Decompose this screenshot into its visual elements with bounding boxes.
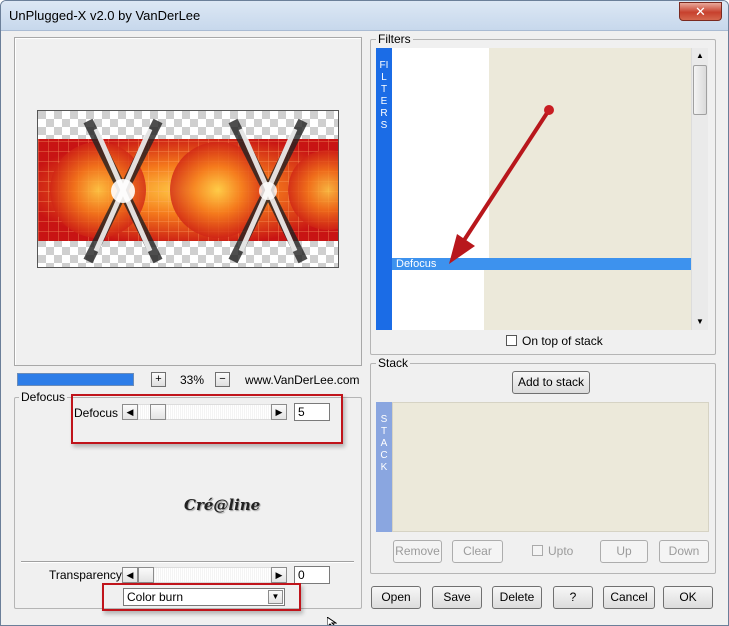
scroll-thumb[interactable] xyxy=(693,65,707,115)
chevron-down-icon: ▼ xyxy=(696,317,704,326)
close-button[interactable]: ✕ xyxy=(679,2,722,21)
title-bar[interactable]: UnPlugged-X v2.0 by VanDerLee ✕ xyxy=(1,1,728,31)
filters-side-label: FILTERS xyxy=(379,60,389,131)
plus-icon: + xyxy=(155,373,162,385)
plugin-window: UnPlugged-X v2.0 by VanDerLee ✕ + 33% − … xyxy=(0,0,729,626)
transparency-label: Transparency xyxy=(49,568,122,582)
stack-group-label: Stack xyxy=(376,356,411,370)
filters-side-strip: FILTERS xyxy=(376,48,392,330)
defocus-group-label: Defocus xyxy=(19,390,68,404)
stack-side-strip: STACK xyxy=(376,402,392,532)
scroll-up-button[interactable]: ▲ xyxy=(692,48,708,64)
divider xyxy=(21,561,354,563)
mouse-cursor-icon xyxy=(327,617,337,625)
down-button[interactable]: Down xyxy=(659,540,709,563)
transparency-value-field[interactable]: 0 xyxy=(294,566,330,584)
zoom-level: 33% xyxy=(180,373,205,387)
arrow-left-icon: ◀ xyxy=(126,570,134,580)
annotation-box-blend xyxy=(102,583,301,611)
help-button[interactable]: ? xyxy=(553,586,593,609)
filters-list-bg-lower xyxy=(484,270,691,330)
window-title: UnPlugged-X v2.0 by VanDerLee xyxy=(9,8,201,23)
filters-scrollbar[interactable]: ▲ ▼ xyxy=(691,48,708,330)
zoom-out-button[interactable]: − xyxy=(215,372,230,387)
upto-checkbox[interactable] xyxy=(532,545,543,556)
transparency-slider-left[interactable]: ◀ xyxy=(122,567,138,583)
stack-side-label: STACK xyxy=(380,414,388,473)
progress-bar xyxy=(17,373,134,386)
annotation-arrow xyxy=(449,105,554,264)
chevron-up-icon: ▲ xyxy=(696,51,704,60)
save-button[interactable]: Save xyxy=(432,586,482,609)
preview-image xyxy=(37,110,339,268)
scroll-down-button[interactable]: ▼ xyxy=(692,314,708,330)
on-top-checkbox[interactable] xyxy=(506,335,517,346)
on-top-label[interactable]: On top of stack xyxy=(522,334,603,348)
annotation-box-defocus xyxy=(71,394,343,444)
open-button[interactable]: Open xyxy=(371,586,421,609)
transparency-slider-right[interactable]: ▶ xyxy=(271,567,287,583)
cancel-button[interactable]: Cancel xyxy=(603,586,655,609)
transparency-slider-track[interactable] xyxy=(138,567,271,583)
close-icon: ✕ xyxy=(695,4,706,19)
up-button[interactable]: Up xyxy=(600,540,648,563)
minus-icon: − xyxy=(219,373,226,385)
ok-button[interactable]: OK xyxy=(663,586,713,609)
preview-panel[interactable] xyxy=(14,37,362,366)
add-to-stack-button[interactable]: Add to stack xyxy=(512,371,590,394)
website-link[interactable]: www.VanDerLee.com xyxy=(245,373,360,387)
clear-button[interactable]: Clear xyxy=(452,540,503,563)
upto-label[interactable]: Upto xyxy=(548,544,573,558)
transparency-slider-thumb[interactable] xyxy=(138,567,154,583)
arrow-right-icon: ▶ xyxy=(275,570,283,580)
zoom-in-button[interactable]: + xyxy=(151,372,166,387)
stack-list[interactable] xyxy=(392,402,709,532)
filters-group-label: Filters xyxy=(376,32,413,46)
delete-button[interactable]: Delete xyxy=(492,586,542,609)
watermark-signature: Cré@line xyxy=(184,496,261,514)
remove-button[interactable]: Remove xyxy=(393,540,442,563)
